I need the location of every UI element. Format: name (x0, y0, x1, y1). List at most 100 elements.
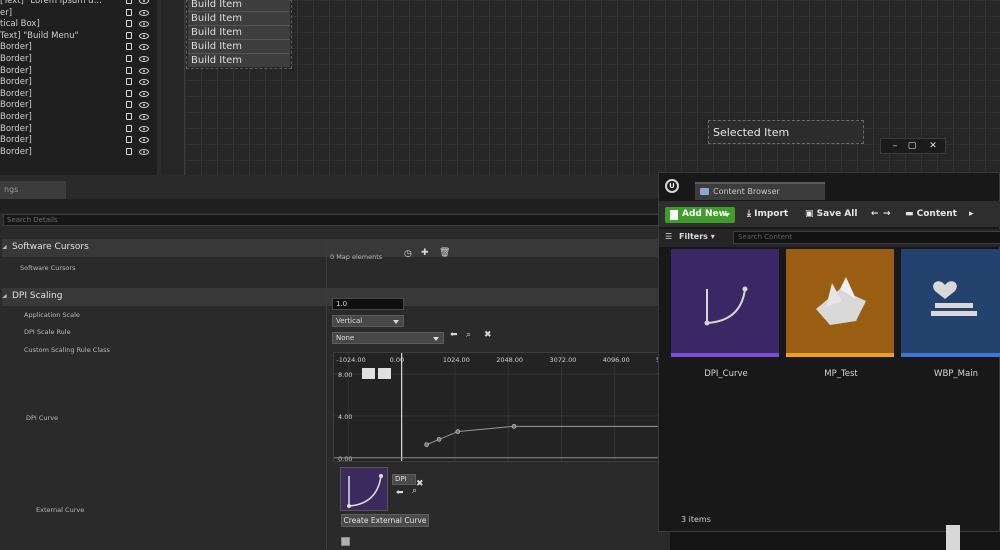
asset-tile[interactable] (671, 249, 781, 359)
column-splitter[interactable] (326, 239, 327, 550)
lock-icon[interactable] (126, 43, 132, 51)
external-curve-dropdown[interactable]: DPI (392, 474, 416, 485)
hierarchy-row[interactable]: er] (0, 8, 160, 20)
hierarchy-row[interactable]: Border] (0, 54, 160, 66)
curve-asset-thumbnail[interactable] (340, 467, 388, 511)
eye-icon[interactable] (139, 90, 149, 97)
add-new-button[interactable]: Add New (665, 207, 735, 223)
maximize-button[interactable]: ▢ (904, 141, 920, 152)
lock-icon[interactable] (126, 8, 132, 16)
minimize-button[interactable]: – (887, 141, 903, 152)
hierarchy-row[interactable]: Text] "Build Menu" (0, 31, 160, 43)
hierarchy-row[interactable]: Border] (0, 42, 160, 54)
trash-icon[interactable]: 🗑 (439, 248, 450, 258)
hierarchy-row[interactable]: Border] (0, 77, 160, 89)
details-search-input[interactable]: Search Details (3, 214, 663, 226)
content-search-input[interactable]: Search Content (733, 231, 1000, 244)
eye-icon[interactable] (139, 137, 149, 144)
new-document-icon (670, 210, 678, 220)
tab-settings[interactable]: ngs (0, 181, 66, 199)
eye-icon[interactable] (139, 114, 149, 120)
eye-icon[interactable] (139, 44, 149, 51)
hierarchy-row[interactable]: Border] (0, 135, 160, 147)
asset-tile[interactable] (786, 249, 896, 359)
eye-icon[interactable] (139, 67, 149, 74)
x-tick-label: 1024.00 (443, 356, 470, 364)
lock-icon[interactable] (126, 113, 132, 120)
clear-icon[interactable]: ✖ (416, 479, 424, 489)
clock-icon[interactable]: ◷ (404, 249, 412, 259)
build-item[interactable]: Build Item (188, 25, 290, 39)
hierarchy-row[interactable]: [Text] "Lorem ipsum d... (0, 0, 160, 8)
application-scale-input[interactable]: 1.0 (332, 298, 404, 310)
x-tick-label: 2048.00 (496, 356, 523, 364)
use-selected-icon[interactable]: ⬅ (396, 488, 404, 498)
checkbox[interactable] (341, 537, 350, 546)
asset-type-bar (901, 353, 1000, 357)
eye-icon[interactable] (139, 79, 149, 86)
hierarchy-row[interactable]: Border] (0, 124, 160, 136)
eye-icon[interactable] (139, 148, 149, 155)
filters-dropdown[interactable]: Filters ▾ (679, 232, 715, 241)
build-item[interactable]: Build Item (188, 0, 290, 11)
lock-icon[interactable] (126, 66, 132, 74)
hierarchy-row[interactable]: Border] (0, 66, 160, 78)
chevron-down-icon (433, 337, 439, 341)
lock-icon[interactable] (126, 31, 132, 39)
curve-icon (347, 474, 383, 508)
asset-type-bar (671, 353, 779, 357)
lock-icon[interactable] (126, 20, 132, 28)
hierarchy-row[interactable]: tical Box] (0, 19, 160, 31)
browse-icon[interactable]: ⌕ (466, 330, 471, 340)
selected-item-widget[interactable]: Selected Item (708, 120, 864, 144)
import-button[interactable]: ⤓ Import (747, 209, 788, 219)
tab-content-browser[interactable]: Content Browser (695, 182, 825, 200)
back-icon[interactable]: ← (871, 209, 879, 219)
clear-icon[interactable]: ✖ (484, 330, 492, 340)
save-all-button[interactable]: ▣ Save All (805, 209, 857, 219)
dropdown-value: None (336, 334, 355, 342)
lock-icon[interactable] (126, 124, 132, 132)
forward-icon[interactable]: → (883, 209, 891, 219)
eye-icon[interactable] (139, 21, 149, 28)
sources-toggle-icon[interactable]: ☰ (665, 232, 672, 241)
hierarchy-row[interactable]: Border] (0, 147, 160, 159)
eye-icon[interactable] (139, 56, 149, 62)
chevron-right-icon[interactable]: ▸ (969, 209, 974, 219)
path-content[interactable]: ▬ Content (905, 209, 957, 219)
custom-scaling-rule-dropdown[interactable]: None (332, 332, 444, 344)
lock-icon[interactable] (126, 78, 132, 86)
category-title: Software Cursors (12, 242, 89, 252)
category-title: DPI Scaling (12, 291, 63, 301)
designer-canvas[interactable] (185, 0, 1000, 175)
eye-icon[interactable] (139, 9, 149, 16)
build-item[interactable]: Build Item (188, 53, 290, 67)
hierarchy-row[interactable]: Border] (0, 100, 160, 112)
expand-arrow-icon (2, 293, 9, 301)
lock-icon[interactable] (126, 0, 132, 4)
dpi-curve-graph[interactable]: -1024.00 0.00 1024.00 2048.00 3072.00 4096.00… (333, 352, 666, 462)
build-item[interactable]: Build Item (188, 39, 290, 53)
x-tick-label: -1024.00 (336, 356, 365, 364)
lock-icon[interactable] (126, 147, 132, 155)
eye-icon[interactable] (139, 102, 149, 109)
lock-icon[interactable] (126, 89, 132, 97)
eye-icon[interactable] (139, 125, 149, 132)
lock-icon[interactable] (126, 101, 132, 109)
add-icon[interactable]: ✚ (421, 248, 429, 258)
lock-icon[interactable] (126, 55, 132, 62)
close-button[interactable]: ✕ (925, 141, 941, 152)
dpi-scale-rule-dropdown[interactable]: Vertical (332, 315, 404, 327)
hierarchy-row-label: Border] (0, 88, 32, 99)
unreal-logo-icon: U (665, 179, 679, 193)
hierarchy-row[interactable]: Border] (0, 112, 160, 124)
create-external-curve-button[interactable]: Create External Curve (341, 514, 429, 527)
eye-icon[interactable] (139, 32, 149, 39)
lock-icon[interactable] (126, 136, 132, 144)
use-selected-icon[interactable]: ⬅ (450, 330, 458, 340)
asset-tile[interactable] (901, 249, 1000, 359)
eye-icon[interactable] (139, 0, 149, 4)
build-item[interactable]: Build Item (188, 11, 290, 25)
chevron-down-icon (393, 320, 399, 324)
hierarchy-row[interactable]: Border] (0, 89, 160, 101)
